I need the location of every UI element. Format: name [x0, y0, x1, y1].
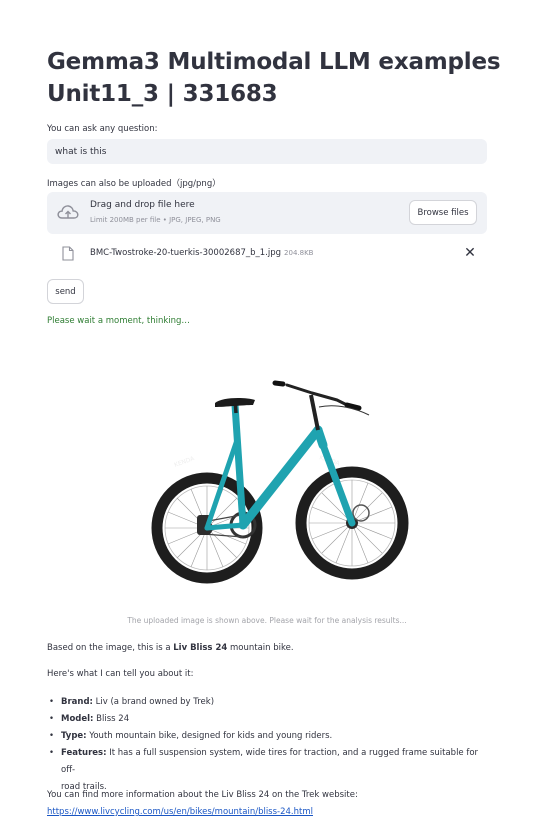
- image-caption: The uploaded image is shown above. Pleas…: [127, 616, 407, 625]
- list-item-key: Features:: [61, 748, 107, 758]
- uploaded-file-row: BMC-Twostroke-20-tuerkis-30002687_b_1.jp…: [47, 244, 487, 264]
- dropzone-title: Drag and drop file here: [90, 200, 195, 210]
- cloud-upload-icon: [57, 205, 79, 219]
- list-item-text: Youth mountain bike, designed for kids a…: [86, 731, 333, 741]
- answer-intro-suffix: mountain bike.: [227, 643, 294, 653]
- uploaded-bike-image: KENDA KENDA: [47, 345, 487, 610]
- answer-intro-model: Liv Bliss 24: [173, 643, 228, 653]
- dropzone-subtitle: Limit 200MB per file • JPG, JPEG, PNG: [90, 216, 221, 224]
- answer-intro-prefix: Based on the image, this is a: [47, 643, 174, 653]
- file-icon: [62, 246, 74, 261]
- list-item: Type: Youth mountain bike, designed for …: [47, 728, 487, 745]
- list-item-text: It has a full suspension system, wide ti…: [61, 748, 479, 775]
- list-item-text: Bliss 24: [93, 714, 130, 724]
- browse-files-button[interactable]: Browse files: [409, 200, 477, 225]
- list-item-text: Liv (a brand owned by Trek): [92, 697, 215, 707]
- file-dropzone[interactable]: Drag and drop file here Limit 200MB per …: [47, 192, 487, 234]
- list-item-key: Type:: [61, 731, 87, 741]
- list-item: Brand: Liv (a brand owned by Trek): [47, 694, 487, 711]
- uploaded-file-size: 204.8KB: [284, 249, 314, 257]
- question-input-wrapper: [47, 139, 487, 165]
- question-input[interactable]: [47, 139, 487, 165]
- page-title-line1: Gemma3 Multimodal LLM examples: [47, 49, 501, 75]
- send-button[interactable]: send: [47, 279, 84, 304]
- answer-details-list: Brand: Liv (a brand owned by Trek) Model…: [47, 694, 487, 796]
- remove-file-close-icon[interactable]: ✕: [463, 246, 477, 260]
- page-title: Gemma3 Multimodal LLM examples Unit11_3 …: [47, 46, 501, 110]
- list-item-key: Model:: [61, 714, 94, 724]
- upload-label: Images can also be uploaded（jpg/png）: [47, 179, 221, 189]
- answer-more-info: You can find more information about the …: [47, 790, 358, 800]
- question-label: You can ask any question:: [47, 124, 158, 134]
- list-item-key: Brand:: [61, 697, 93, 707]
- page-title-line2: Unit11_3 | 331683: [47, 81, 278, 107]
- status-message: Please wait a moment, thinking…: [47, 316, 190, 326]
- list-item: Model: Bliss 24: [47, 711, 487, 728]
- list-item: Features: It has a full suspension syste…: [47, 745, 487, 796]
- bike-info-link[interactable]: https://www.livcycling.com/us/en/bikes/m…: [47, 807, 313, 817]
- uploaded-file-name: BMC-Twostroke-20-tuerkis-30002687_b_1.jp…: [90, 248, 313, 258]
- uploaded-file-name-text: BMC-Twostroke-20-tuerkis-30002687_b_1.jp…: [90, 248, 282, 258]
- answer-lead: Here's what I can tell you about it:: [47, 669, 194, 679]
- answer-intro: Based on the image, this is a Liv Bliss …: [47, 643, 294, 653]
